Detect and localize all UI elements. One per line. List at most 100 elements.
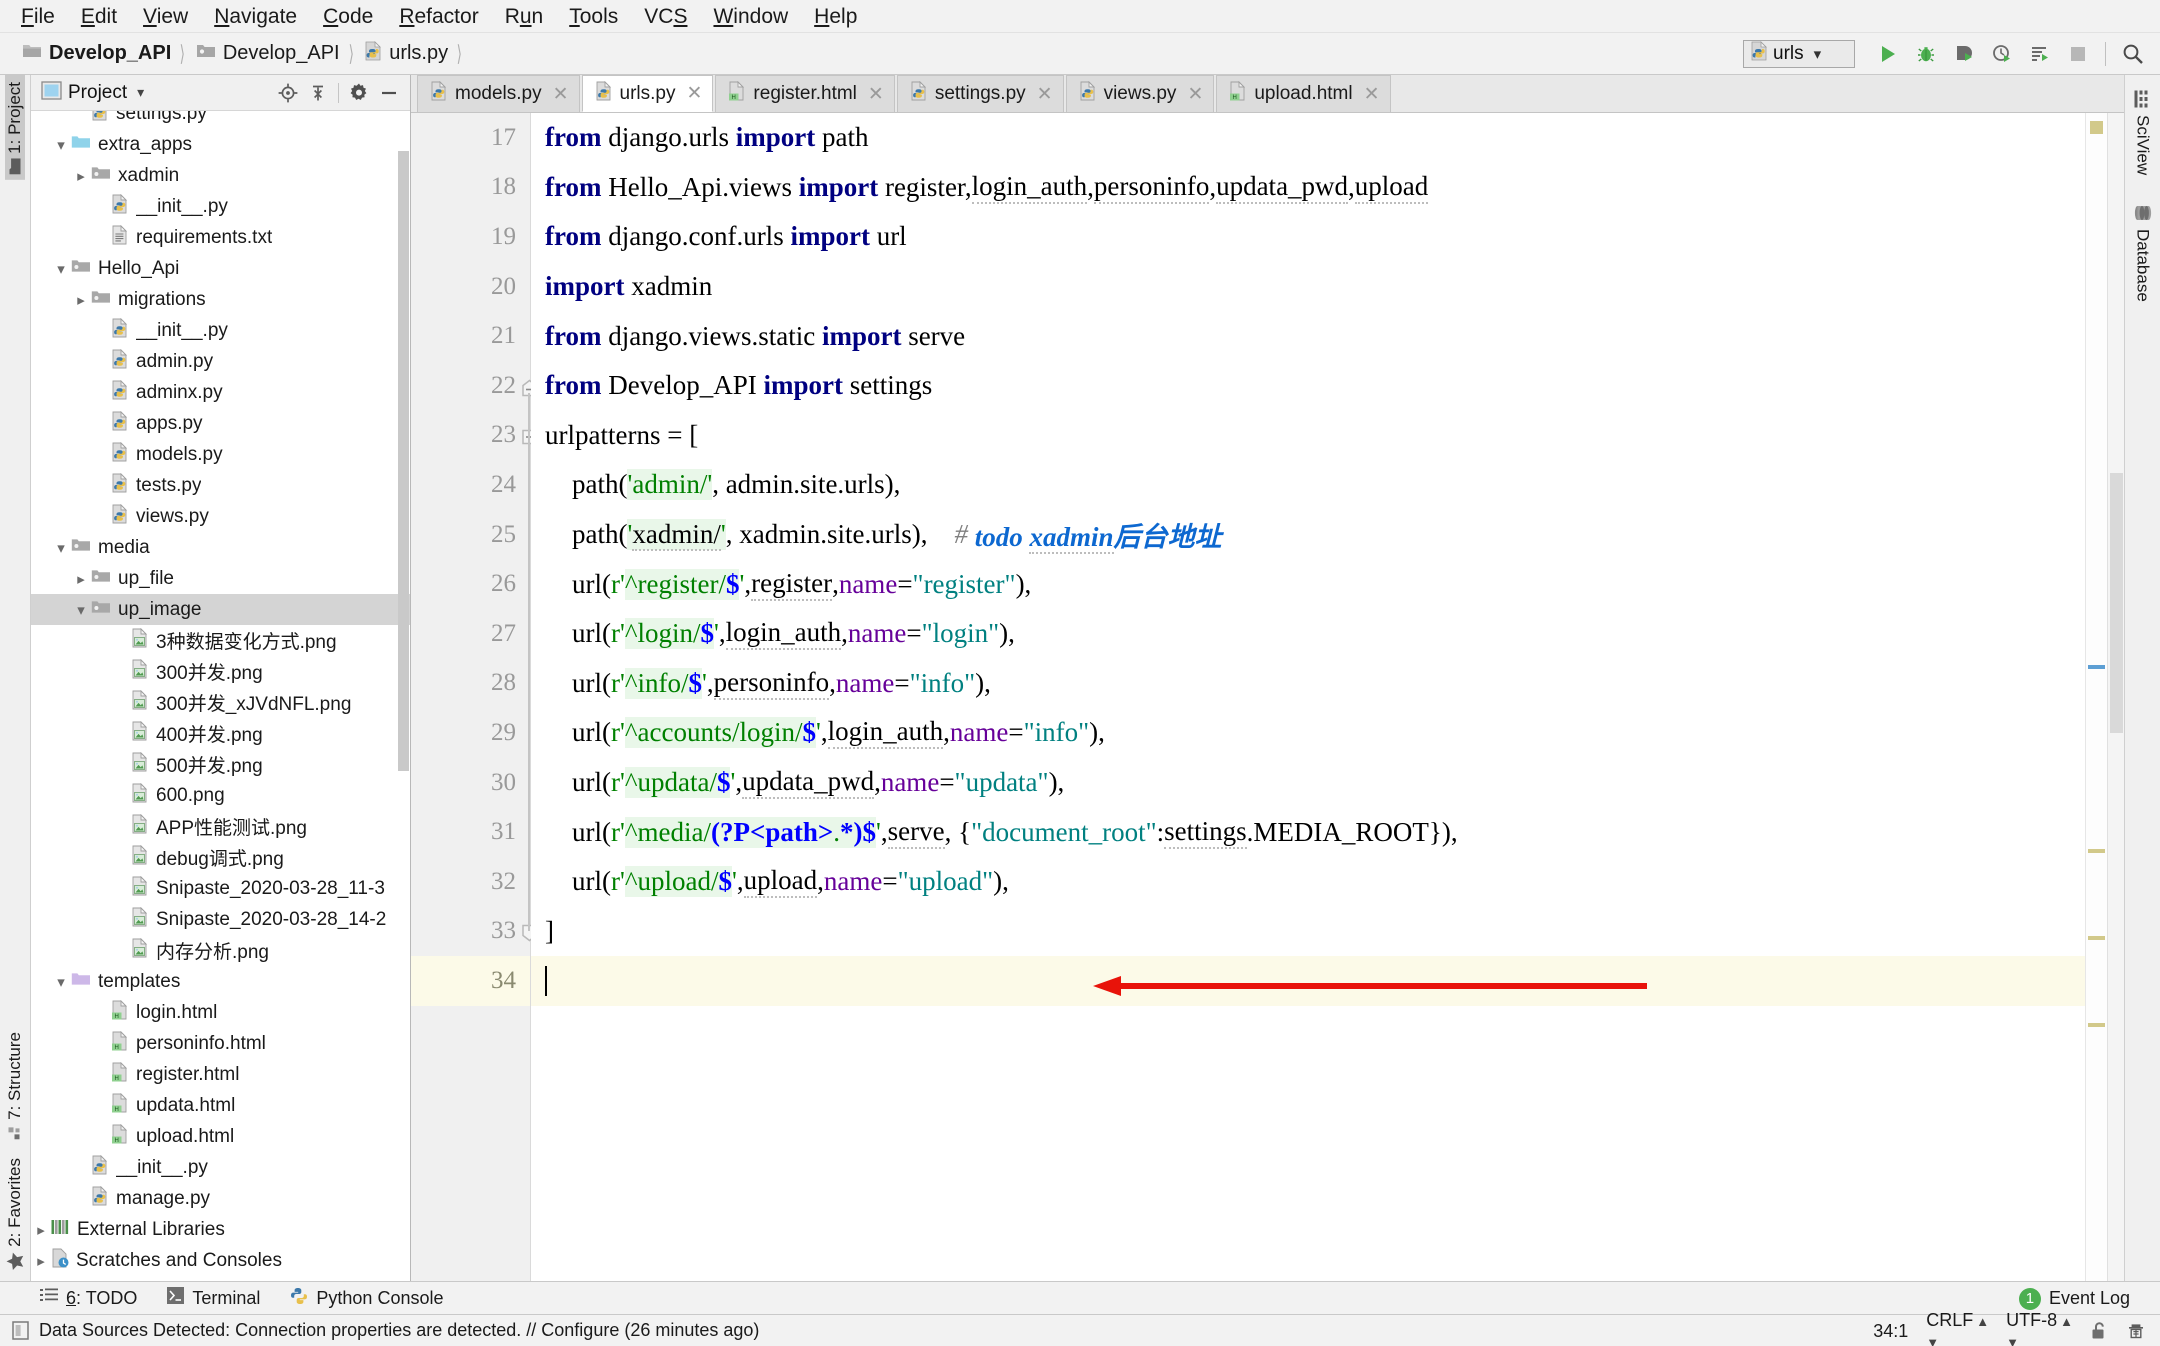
code-line-23[interactable]: urlpatterns = [ <box>531 411 2085 461</box>
gutter-line-19[interactable]: 19 <box>411 212 530 262</box>
encoding-selector[interactable]: UTF-8 ▲ ▼ <box>2006 1310 2073 1346</box>
close-icon[interactable]: ✕ <box>1364 83 1380 106</box>
menu-navigate[interactable]: Navigate <box>201 4 310 29</box>
tree-node-3.png[interactable]: 3种数据变化方式.png <box>31 625 410 656</box>
gutter-line-30[interactable]: 30 <box>411 758 530 808</box>
tree-node-__init__.py[interactable]: __init__.py <box>31 1152 410 1183</box>
code-line-18[interactable]: from Hello_Api.views import register, log… <box>531 163 2085 213</box>
breadcrumb-item-project[interactable]: Develop_API <box>22 42 171 65</box>
code-line-24[interactable]: path('admin/', admin.site.urls), <box>531 460 2085 510</box>
tree-node-300.png[interactable]: 300并发.png <box>31 656 410 687</box>
gutter-line-20[interactable]: 20 <box>411 262 530 312</box>
menu-view[interactable]: View <box>130 4 201 29</box>
locate-icon[interactable] <box>273 78 303 108</box>
editor-marker-strip[interactable] <box>2085 113 2107 1281</box>
tree-node-upload.html[interactable]: Hupload.html <box>31 1121 410 1152</box>
run-with-params-icon[interactable] <box>2021 35 2059 73</box>
close-icon[interactable]: ✕ <box>1187 83 1203 106</box>
tree-node-up_image[interactable]: ▾ up_image <box>31 594 410 625</box>
tree-node-migrations[interactable]: ▸ migrations <box>31 284 410 315</box>
gutter-line-18[interactable]: 18 <box>411 163 530 213</box>
menu-help[interactable]: Help <box>801 4 870 29</box>
toolwindow-python-console[interactable]: Python Console <box>290 1287 461 1310</box>
gutter-line-26[interactable]: 26 <box>411 559 530 609</box>
gutter-line-34[interactable]: 34 <box>411 956 530 1006</box>
gutter-line-27[interactable]: 27 <box>411 609 530 659</box>
tree-node-extra_apps[interactable]: ▾ extra_apps <box>31 129 410 160</box>
sidebar-item-sciview[interactable]: SciView <box>2133 83 2153 197</box>
line-separator-selector[interactable]: CRLF ▲ ▼ <box>1926 1310 1989 1346</box>
code-line-22[interactable]: from Develop_API import settings <box>531 361 2085 411</box>
code-line-32[interactable]: url(r' ^upload/$ ', upload, name = "upload"), <box>531 857 2085 907</box>
gutter-line-29[interactable]: 29 <box>411 708 530 758</box>
tree-node-300_xjvdnfl.png[interactable]: 300并发_xJVdNFL.png <box>31 687 410 718</box>
tree-node-templates[interactable]: ▾ templates <box>31 966 410 997</box>
tree-node-requirements.txt[interactable]: requirements.txt <box>31 222 410 253</box>
tree-expander[interactable]: ▸ <box>31 1250 51 1272</box>
menu-tools[interactable]: Tools <box>556 4 631 29</box>
tree-node-app.png[interactable]: APP性能测试.png <box>31 811 410 842</box>
editor-tab-views-py[interactable]: views.py ✕ <box>1065 75 1215 112</box>
gutter-line-21[interactable]: 21 <box>411 311 530 361</box>
status-message[interactable]: Data Sources Detected: Connection proper… <box>39 1320 759 1341</box>
hector-inspector-icon[interactable] <box>2126 1321 2146 1342</box>
tree-node-manage.py[interactable]: manage.py <box>31 1183 410 1214</box>
code-line-31[interactable]: url(r' ^media/(?P<path>.*)$ ', serve, {"doc… <box>531 807 2085 857</box>
unlocked-padlock-icon[interactable] <box>2090 1321 2108 1341</box>
menu-run[interactable]: Run <box>492 4 557 29</box>
tree-node-debug.png[interactable]: debug调式.png <box>31 842 410 873</box>
tree-expander[interactable]: ▸ <box>71 289 91 311</box>
tree-node-hello_api[interactable]: ▾ Hello_Api <box>31 253 410 284</box>
profile-icon[interactable] <box>1983 35 2021 73</box>
tree-expander[interactable]: ▾ <box>51 537 71 559</box>
gutter-line-31[interactable]: 31 <box>411 807 530 857</box>
tree-node-updata.html[interactable]: Hupdata.html <box>31 1090 410 1121</box>
tree-node-500.png[interactable]: 500并发.png <box>31 749 410 780</box>
run-icon[interactable] <box>1869 35 1907 73</box>
tree-node-tests.py[interactable]: tests.py <box>31 470 410 501</box>
tree-expander[interactable]: ▾ <box>51 971 71 993</box>
sidebar-item-structure[interactable]: 7: Structure <box>5 1025 25 1146</box>
sidebar-item-favorites[interactable]: 2: Favorites <box>5 1146 25 1277</box>
editor-tab-upload-html[interactable]: Hupload.html ✕ <box>1216 75 1391 112</box>
tree-node-register.html[interactable]: Hregister.html <box>31 1059 410 1090</box>
settings-gear-icon[interactable] <box>344 78 374 108</box>
tree-node-admin.py[interactable]: admin.py <box>31 346 410 377</box>
code-line-33[interactable]: ] <box>531 907 2085 957</box>
tree-node-login.html[interactable]: Hlogin.html <box>31 997 410 1028</box>
tree-node-600.png[interactable]: 600.png <box>31 780 410 811</box>
menu-code[interactable]: Code <box>310 4 386 29</box>
editor-tab-settings-py[interactable]: settings.py ✕ <box>896 75 1064 112</box>
change-marker[interactable] <box>2088 1023 2105 1027</box>
code-line-27[interactable]: url(r' ^login/$ ', login_auth, name = "login")… <box>531 609 2085 659</box>
close-icon[interactable]: ✕ <box>687 82 703 105</box>
menu-vcs[interactable]: VCS <box>631 4 700 29</box>
tree-node-views.py[interactable]: views.py <box>31 501 410 532</box>
close-icon[interactable]: ✕ <box>553 83 569 106</box>
gutter-line-24[interactable]: 24 <box>411 460 530 510</box>
tree-node-media[interactable]: ▾ media <box>31 532 410 563</box>
change-marker[interactable] <box>2088 936 2105 940</box>
tree-scrollbar[interactable] <box>397 111 410 1281</box>
tree-expander[interactable]: ▾ <box>51 258 71 280</box>
editor-tab-models-py[interactable]: models.py ✕ <box>417 75 580 112</box>
gutter-line-25[interactable]: 25 <box>411 510 530 560</box>
toolwindow-terminal[interactable]: Terminal <box>167 1287 278 1309</box>
gutter-line-22[interactable]: 22 <box>411 361 537 411</box>
toolwindow-todo[interactable]: 6: TODO <box>40 1288 155 1309</box>
gutter-line-32[interactable]: 32 <box>411 857 530 907</box>
editor-tab-register-html[interactable]: Hregister.html ✕ <box>715 75 895 112</box>
tree-node-snipaste_2020-03-28_14-2[interactable]: Snipaste_2020-03-28_14-2 <box>31 904 410 935</box>
tree-node-settings.py[interactable]: settings.py <box>31 111 410 129</box>
breadcrumb-item-file[interactable]: urls.py <box>364 40 448 67</box>
gutter-line-28[interactable]: 28 <box>411 659 530 709</box>
tree-node-__init__.py[interactable]: __init__.py <box>31 191 410 222</box>
menu-edit[interactable]: Edit <box>68 4 130 29</box>
sidebar-item-database[interactable]: Database <box>2133 197 2153 324</box>
inspection-status-indicator[interactable] <box>2090 121 2103 134</box>
tree-node-adminx.py[interactable]: adminx.py <box>31 377 410 408</box>
code-line-19[interactable]: from django.conf.urls import url <box>531 212 2085 262</box>
tree-expander[interactable]: ▾ <box>51 134 71 156</box>
code-line-26[interactable]: url(r' ^register/$ ', register, name = "regist… <box>531 559 2085 609</box>
search-everywhere-icon[interactable] <box>2114 35 2152 73</box>
